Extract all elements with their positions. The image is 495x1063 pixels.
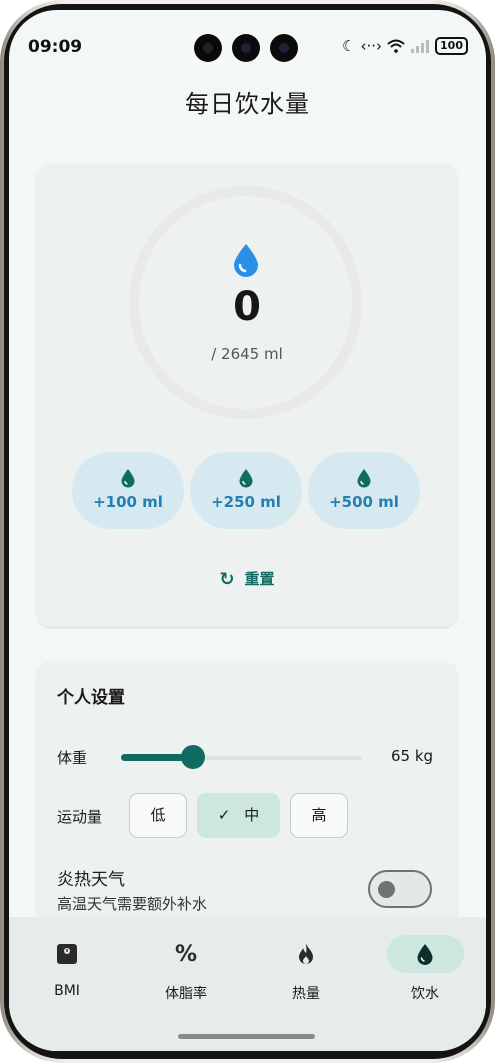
nav-label: 饮水 [411, 986, 439, 1002]
camera-lens [270, 34, 298, 62]
screen: 09:09 ☾ ‹··› 100 每日饮水量 0 / 2645 ml +100 … [9, 10, 486, 1051]
weight-slider-thumb[interactable] [181, 745, 205, 769]
check-icon: ✓ [217, 806, 231, 824]
activity-option-label: 低 [150, 806, 166, 824]
nav-icon-container [29, 935, 106, 973]
nav-icon-container [268, 935, 345, 973]
nav-label: 体脂率 [165, 986, 207, 1002]
hot-weather-description: 高温天气需要额外补水 [57, 895, 208, 913]
weight-label: 体重 [57, 749, 88, 767]
hot-weather-toggle[interactable] [368, 870, 432, 908]
device-frame: 09:09 ☾ ‹··› 100 每日饮水量 0 / 2645 ml +100 … [0, 0, 495, 1063]
page-title: 每日饮水量 [185, 90, 310, 118]
nav-label: BMI [54, 983, 80, 999]
wifi-icon [387, 39, 405, 53]
hot-weather-label: 炎热天气 [57, 870, 125, 890]
scale-icon [57, 944, 77, 964]
intake-goal: / 2645 ml [211, 345, 283, 363]
add-button-label: +250 ml [211, 493, 281, 511]
nav-item-bmi[interactable]: BMI [12, 935, 122, 999]
water-drop-icon [121, 469, 135, 488]
intake-value: 0 [233, 284, 261, 330]
status-time: 09:09 [28, 37, 83, 57]
reset-label: 重置 [244, 570, 275, 588]
water-drop-icon [357, 469, 371, 488]
camera-cutout [194, 34, 298, 62]
add-100ml-button[interactable]: +100 ml [72, 452, 184, 529]
water-drop-icon [417, 944, 433, 965]
nav-label: 热量 [292, 986, 320, 1002]
activity-option-label: 中 [244, 806, 260, 824]
status-icons: ☾ ‹··› 100 [342, 37, 468, 55]
activity-label: 运动量 [57, 808, 103, 826]
refresh-icon: ↻ [219, 569, 235, 590]
nav-icon-container [386, 935, 464, 973]
reset-button[interactable]: ↻ 重置 [37, 568, 457, 590]
personal-settings-card: 个人设置 体重 65 kg 运动量 低 ✓ 中 高 炎热天气 高温天气需要额外补水 [37, 661, 457, 961]
home-indicator[interactable] [178, 1034, 315, 1039]
water-drop-icon [239, 469, 253, 488]
nav-item-water[interactable]: 饮水 [370, 935, 480, 1003]
add-250ml-button[interactable]: +250 ml [190, 452, 302, 529]
flame-icon [299, 943, 313, 964]
water-intake-card: 0 / 2645 ml +100 ml +250 ml +500 ml ↻ 重置 [37, 164, 457, 627]
camera-lens [194, 34, 222, 62]
bottom-navigation: BMI % 体脂率 热量 饮水 [9, 917, 486, 1051]
water-drop-icon [234, 244, 258, 277]
nav-icon-container: % [148, 935, 225, 973]
activity-option-label: 高 [311, 806, 327, 824]
add-button-label: +500 ml [329, 493, 399, 511]
nfc-icon: ‹··› [360, 37, 383, 55]
status-bar: 09:09 ☾ ‹··› 100 [9, 10, 486, 62]
battery-indicator: 100 [435, 37, 468, 55]
percent-icon: % [174, 941, 198, 967]
camera-lens [232, 34, 260, 62]
activity-option-low[interactable]: 低 [129, 793, 187, 838]
settings-title: 个人设置 [57, 688, 125, 708]
nav-item-calories[interactable]: 热量 [251, 935, 361, 1003]
add-button-label: +100 ml [93, 493, 163, 511]
moon-icon: ☾ [342, 37, 356, 55]
nav-item-body-fat[interactable]: % 体脂率 [131, 935, 241, 1003]
toggle-knob [378, 881, 395, 898]
weight-value: 65 kg [391, 747, 434, 765]
signal-icon [411, 40, 430, 53]
activity-option-high[interactable]: 高 [290, 793, 348, 838]
activity-option-medium[interactable]: ✓ 中 [197, 793, 280, 838]
add-500ml-button[interactable]: +500 ml [308, 452, 420, 529]
